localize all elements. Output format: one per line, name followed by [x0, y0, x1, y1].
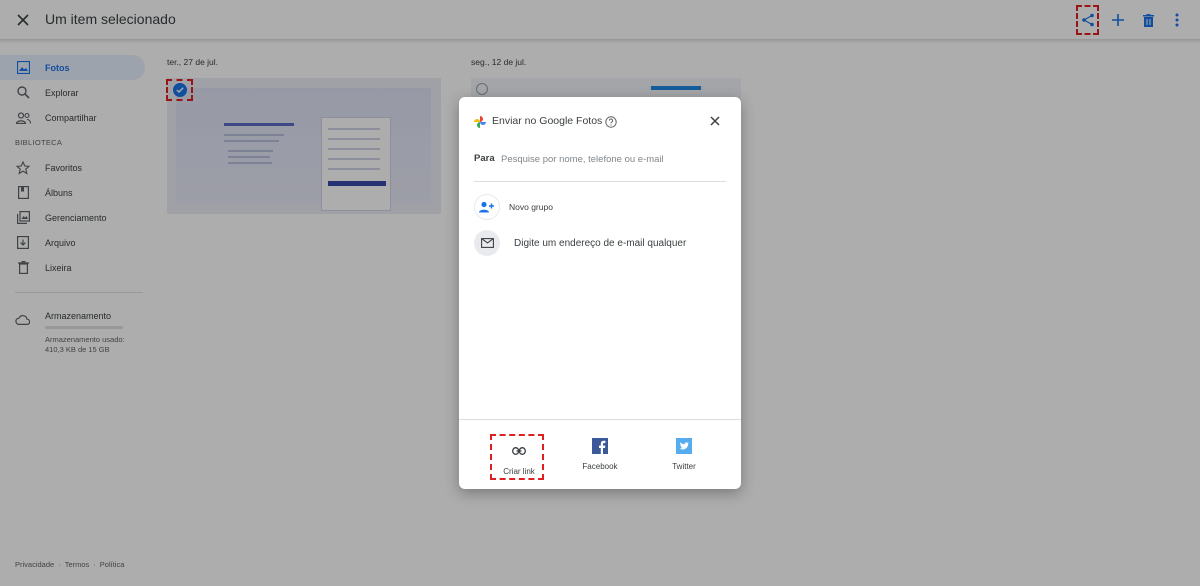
- to-label: Para: [474, 153, 495, 164]
- email-any-label: Digite um endereço de e-mail qualquer: [514, 237, 687, 249]
- share-option-label: Criar link: [503, 467, 535, 476]
- google-photos-icon: [474, 115, 486, 128]
- dialog-title: Enviar no Google Fotos: [492, 115, 603, 127]
- create-link-button[interactable]: Criar link: [490, 434, 544, 480]
- dialog-divider: [474, 181, 726, 182]
- share-dialog: Enviar no Google Fotos Para Novo grupo D…: [459, 97, 741, 489]
- share-option-label: Twitter: [672, 462, 696, 471]
- facebook-icon: [591, 437, 609, 455]
- dialog-bottom-divider: [459, 419, 741, 420]
- help-icon[interactable]: [605, 115, 617, 128]
- recipient-search-input[interactable]: [501, 150, 726, 168]
- mail-icon: [474, 230, 500, 256]
- add-group-icon: [474, 194, 500, 220]
- twitter-share-button[interactable]: Twitter: [657, 431, 711, 477]
- facebook-share-button[interactable]: Facebook: [573, 431, 627, 477]
- email-any-row[interactable]: Digite um endereço de e-mail qualquer: [474, 230, 686, 256]
- new-group-label: Novo grupo: [509, 202, 553, 212]
- twitter-icon: [675, 437, 693, 455]
- link-icon: [510, 442, 528, 460]
- dialog-close-icon[interactable]: [707, 113, 723, 129]
- share-option-label: Facebook: [582, 462, 618, 471]
- new-group-row[interactable]: Novo grupo: [474, 194, 553, 220]
